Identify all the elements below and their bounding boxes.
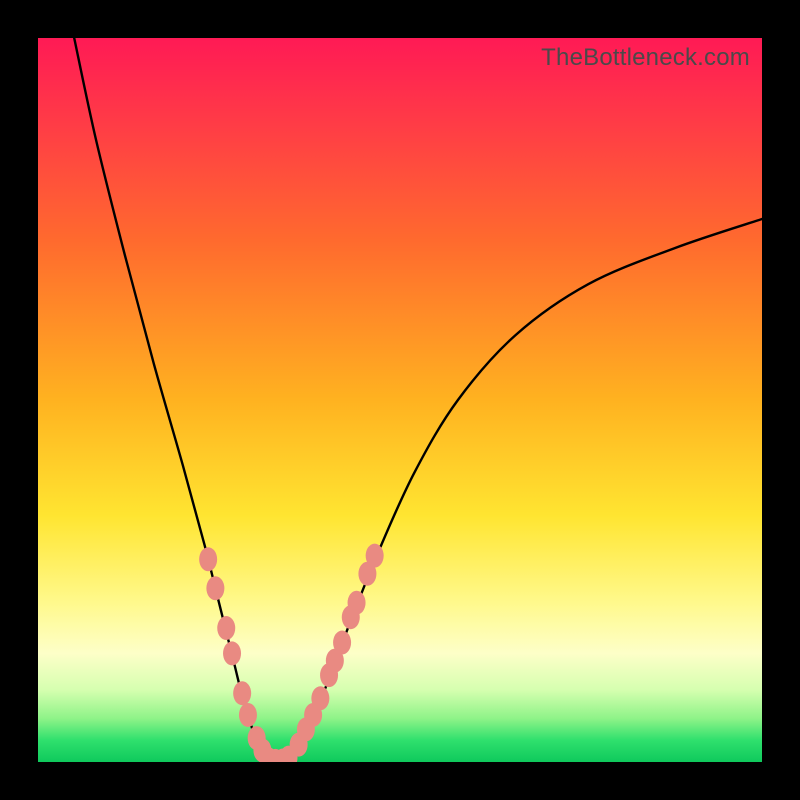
marker-right-10: [366, 544, 384, 568]
marker-left-5: [239, 703, 257, 727]
marker-right-6: [333, 631, 351, 655]
chart-svg: [38, 38, 762, 762]
plot-area: TheBottleneck.com: [38, 38, 762, 762]
marker-left-0: [199, 547, 217, 571]
chart-frame: TheBottleneck.com: [0, 0, 800, 800]
marker-right-8: [348, 591, 366, 615]
marker-group: [199, 544, 384, 762]
marker-left-1: [206, 576, 224, 600]
marker-right-3: [311, 686, 329, 710]
marker-left-3: [223, 641, 241, 665]
marker-left-4: [233, 681, 251, 705]
curve-left: [74, 38, 277, 762]
curve-right: [277, 219, 762, 762]
marker-left-2: [217, 616, 235, 640]
